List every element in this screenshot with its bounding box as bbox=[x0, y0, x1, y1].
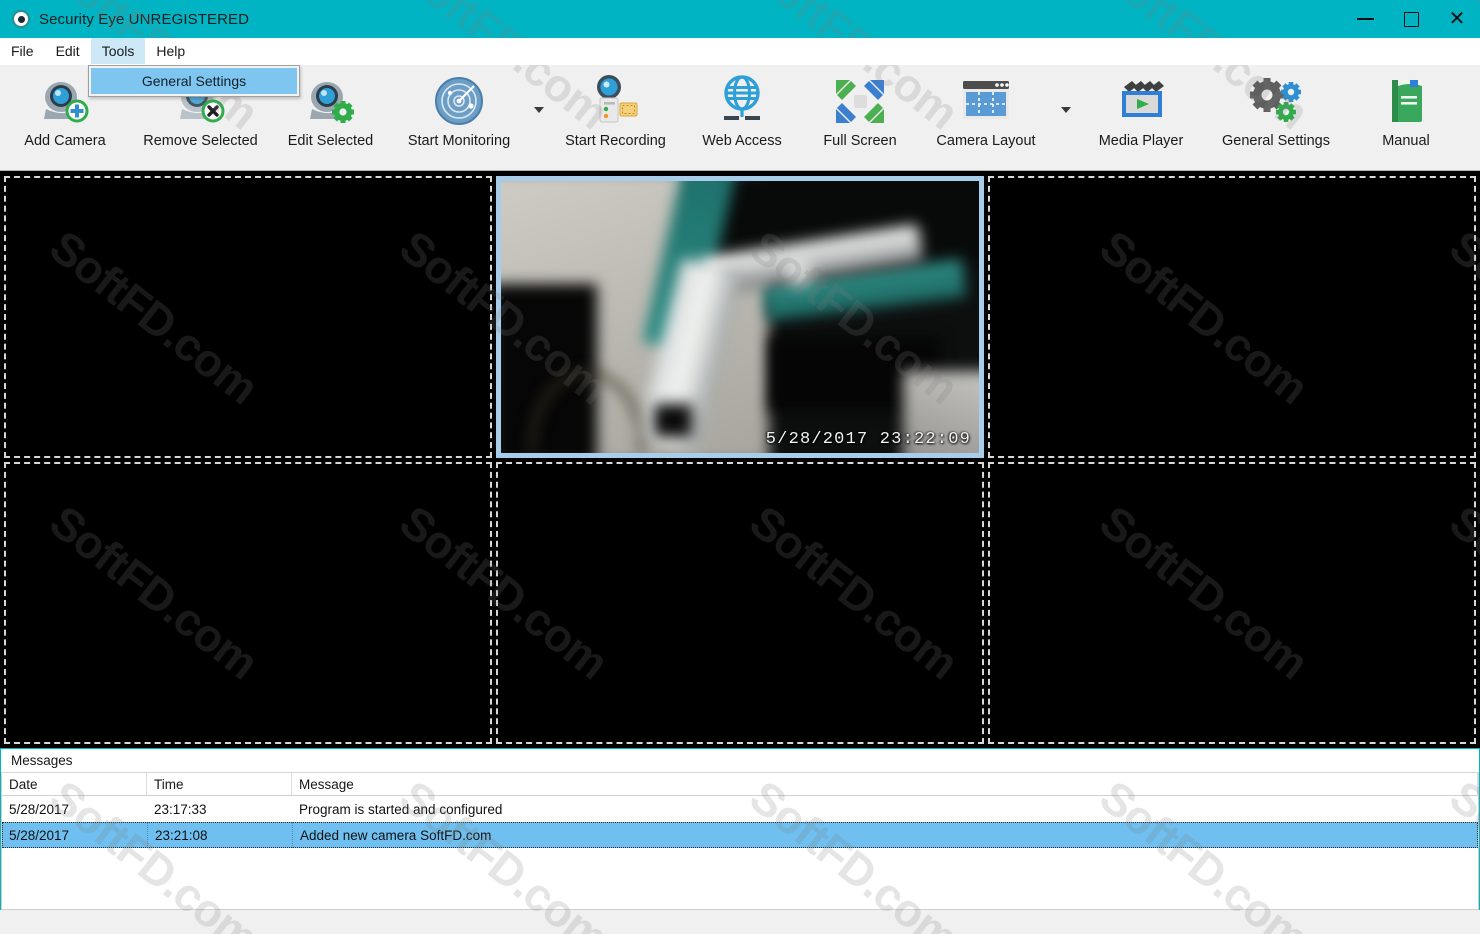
camera-video-feed[interactable]: 5/28/2017 23:22:09 bbox=[501, 181, 979, 453]
menu-file[interactable]: File bbox=[0, 38, 45, 64]
status-bar bbox=[0, 910, 1480, 934]
messages-table-header: Date Time Message bbox=[2, 773, 1478, 796]
toolbar-label: Add Camera bbox=[24, 133, 106, 149]
tools-dropdown-menu: General Settings bbox=[88, 65, 300, 97]
messages-panel: Messages Date Time Message 5/28/2017 23:… bbox=[1, 748, 1479, 910]
table-row[interactable]: 5/28/2017 23:21:08 Added new camera Soft… bbox=[2, 822, 1478, 848]
toolbar-label: Manual bbox=[1382, 133, 1430, 149]
camera-timestamp-overlay: 5/28/2017 23:22:09 bbox=[765, 430, 971, 449]
globe-network-icon bbox=[711, 73, 773, 131]
messages-table: Date Time Message 5/28/2017 23:17:33 Pro… bbox=[1, 773, 1479, 910]
toolbar-button-manual[interactable]: Manual bbox=[1347, 65, 1465, 170]
camera-cell-4[interactable] bbox=[496, 462, 984, 744]
toolbar-button-full-screen[interactable]: Full Screen bbox=[803, 65, 917, 170]
menu-tools[interactable]: Tools bbox=[90, 38, 146, 64]
camera-cell-5[interactable] bbox=[988, 462, 1476, 744]
toolbar-label: Remove Selected bbox=[143, 133, 258, 149]
camera-cell-0[interactable] bbox=[4, 176, 492, 458]
camera-lens-icon bbox=[12, 10, 30, 28]
toolbar-button-start-recording[interactable]: Start Recording bbox=[550, 65, 681, 170]
title-bar: Security Eye UNREGISTERED ✕ bbox=[0, 0, 1480, 38]
toolbar-label: Camera Layout bbox=[936, 133, 1036, 149]
start-monitoring-dropdown-arrow[interactable] bbox=[528, 65, 550, 170]
menu-edit[interactable]: Edit bbox=[45, 38, 91, 64]
menu-item-general-settings[interactable]: General Settings bbox=[91, 68, 297, 94]
menu-bar: File Edit Tools Help General Settings bbox=[0, 38, 1480, 97]
toolbar-label: Start Monitoring bbox=[407, 133, 511, 149]
chevron-down-icon bbox=[1061, 106, 1071, 113]
camera-layout-dropdown-arrow[interactable] bbox=[1055, 65, 1077, 170]
cell-date: 5/28/2017 bbox=[9, 801, 70, 817]
column-header-date[interactable]: Date bbox=[2, 773, 147, 795]
cell-message: Program is started and configured bbox=[299, 801, 503, 817]
camera-cell-2[interactable] bbox=[988, 176, 1476, 458]
toolbar-button-media-player[interactable]: Media Player bbox=[1077, 65, 1205, 170]
messages-table-body: 5/28/2017 23:17:33 Program is started an… bbox=[2, 796, 1478, 909]
toolbar-label: Full Screen bbox=[823, 133, 897, 149]
cell-date: 5/28/2017 bbox=[9, 827, 70, 843]
toolbar-label: Start Recording bbox=[565, 133, 666, 149]
camera-cell-1-selected[interactable]: 5/28/2017 23:22:09 bbox=[496, 176, 984, 458]
clapperboard-play-icon bbox=[1110, 73, 1172, 131]
table-row[interactable]: 5/28/2017 23:17:33 Program is started an… bbox=[2, 796, 1478, 822]
toolbar-label: Web Access bbox=[702, 133, 782, 149]
menu-help[interactable]: Help bbox=[145, 38, 196, 64]
cell-time: 23:17:33 bbox=[154, 801, 207, 817]
close-icon: ✕ bbox=[1448, 8, 1466, 30]
camcorder-record-icon bbox=[585, 73, 647, 131]
toolbar-label: Media Player bbox=[1098, 133, 1184, 149]
chevron-down-icon bbox=[534, 106, 544, 113]
maximize-button[interactable] bbox=[1388, 0, 1434, 38]
green-book-icon bbox=[1375, 73, 1437, 131]
window-title: Security Eye UNREGISTERED bbox=[39, 10, 250, 28]
toolbar-button-web-access[interactable]: Web Access bbox=[681, 65, 803, 170]
toolbar-button-general-settings[interactable]: General Settings bbox=[1205, 65, 1347, 170]
camera-grid: 5/28/2017 23:22:09 bbox=[0, 171, 1480, 748]
toolbar-label: Edit Selected bbox=[287, 133, 374, 149]
toolbar-label: General Settings bbox=[1221, 133, 1330, 149]
toolbar-button-camera-layout[interactable]: Camera Layout bbox=[917, 65, 1055, 170]
close-button[interactable]: ✕ bbox=[1434, 0, 1480, 38]
expand-arrows-icon bbox=[829, 73, 891, 131]
column-header-message[interactable]: Message bbox=[292, 773, 1478, 795]
camera-cell-3[interactable] bbox=[4, 462, 492, 744]
toolbar-button-start-monitoring[interactable]: Start Monitoring bbox=[390, 65, 528, 170]
camera-add-icon bbox=[34, 73, 96, 131]
camera-edit-icon bbox=[300, 73, 362, 131]
application-window: Security Eye UNREGISTERED ✕ File Edit To… bbox=[0, 0, 1480, 934]
minimize-button[interactable] bbox=[1342, 0, 1388, 38]
cell-message: Added new camera SoftFD.com bbox=[292, 822, 1478, 848]
radar-monitor-icon bbox=[428, 73, 490, 131]
grid-layout-icon bbox=[955, 73, 1017, 131]
gears-icon bbox=[1245, 73, 1307, 131]
messages-panel-title: Messages bbox=[1, 749, 1479, 773]
column-header-time[interactable]: Time bbox=[147, 773, 292, 795]
window-controls: ✕ bbox=[1342, 0, 1480, 38]
cell-time: 23:21:08 bbox=[147, 822, 292, 848]
